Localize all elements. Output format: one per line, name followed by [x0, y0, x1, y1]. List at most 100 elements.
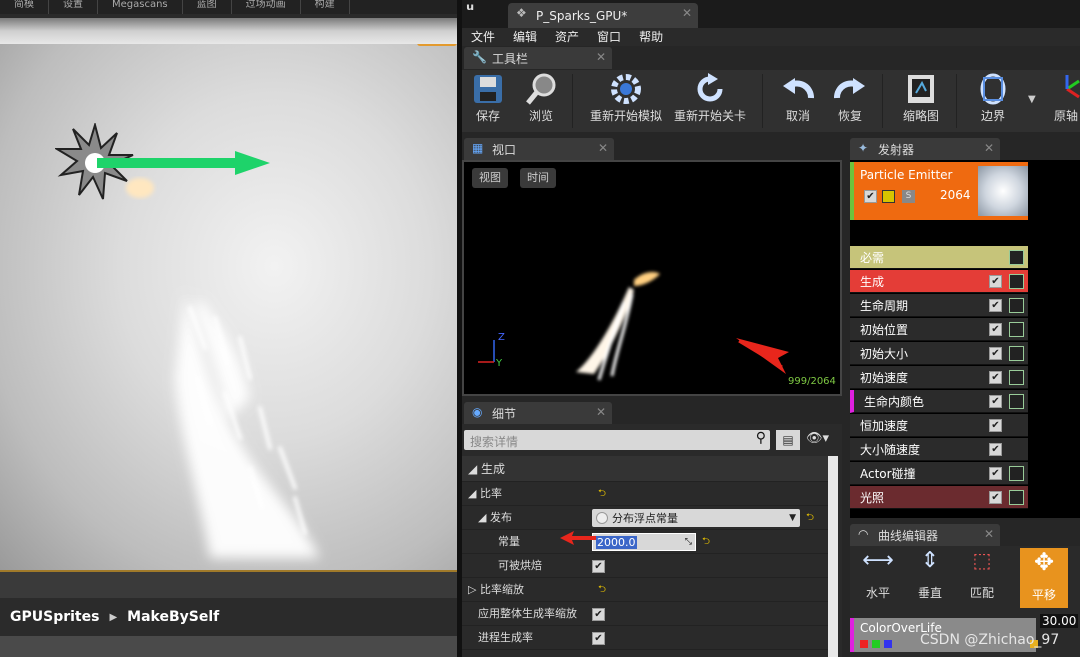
menu-window[interactable]: 窗口: [588, 28, 630, 46]
restart-level-button[interactable]: 重新开始关卡: [672, 70, 748, 132]
constant-input[interactable]: 2000.0 ⤡: [592, 533, 696, 551]
tab-details[interactable]: ◉ 细节 ✕: [464, 402, 612, 424]
close-icon[interactable]: ✕: [598, 141, 608, 155]
curve-axis-value: 30.00: [1040, 614, 1079, 628]
green-channel-swatch[interactable]: [872, 640, 880, 648]
red-channel-swatch[interactable]: [860, 640, 868, 648]
menu-asset[interactable]: 资产: [546, 28, 588, 46]
tab-toolbar[interactable]: 🔧 工具栏 ✕: [464, 47, 612, 69]
origin-axis-button[interactable]: 原轴: [1046, 70, 1080, 132]
vertical-fit-button[interactable]: ⇕ 垂直: [906, 548, 954, 601]
module-initial-velocity[interactable]: 初始速度 ✔: [850, 366, 1028, 389]
redo-button[interactable]: 恢复: [830, 70, 870, 132]
undo-button[interactable]: 取消: [778, 70, 818, 132]
apply-global-checkbox[interactable]: ✔: [592, 607, 605, 621]
document-tab[interactable]: ❖ P_Sparks_GPU* ✕: [508, 3, 698, 28]
close-icon[interactable]: ✕: [984, 527, 994, 541]
property-distribution[interactable]: ◢ 发布 分布浮点常量 ▼ ⮌: [462, 506, 828, 530]
close-icon[interactable]: ✕: [984, 141, 994, 155]
toolbar-item[interactable]: 简模: [0, 0, 49, 14]
level-toolbar: 简模 设置 Megascans 蓝图 过场动画 构建: [0, 0, 457, 14]
horizontal-arrows-icon: ⟷: [862, 548, 894, 573]
toolbar-item[interactable]: 构建: [301, 0, 350, 14]
emitter-header[interactable]: Particle Emitter ✔ S 2064: [850, 162, 1028, 220]
toolbar-item[interactable]: 设置: [49, 0, 98, 14]
module-color-over-life[interactable]: 生命内颜色 ✔: [850, 390, 1028, 413]
module-actor-collision[interactable]: Actor碰撞 ✔: [850, 462, 1028, 485]
module-const-acceleration[interactable]: 恒加速度 ✔: [850, 414, 1028, 437]
tab-emitters[interactable]: ✦ 发射器 ✕: [850, 138, 1000, 160]
wrench-icon: 🔧: [472, 50, 487, 64]
details-scrollbar[interactable]: [828, 456, 838, 657]
emitter-thumbnail: [978, 166, 1028, 216]
module-spawn[interactable]: 生成 ✔: [850, 270, 1028, 293]
emitter-sprite-icon[interactable]: [55, 123, 275, 223]
save-label: 保存: [475, 109, 500, 123]
bounds-label: 边界: [980, 109, 1005, 123]
property-process-rate[interactable]: 进程生成率 ✔: [462, 626, 828, 650]
close-icon[interactable]: ✕: [596, 50, 606, 64]
module-initial-location[interactable]: 初始位置 ✔: [850, 318, 1028, 341]
category-spawn[interactable]: ◢ 生成: [462, 456, 828, 482]
toolbar-item[interactable]: Megascans: [98, 0, 183, 14]
annotation-arrow-red: [560, 531, 596, 545]
curve-icon[interactable]: [1009, 250, 1024, 265]
menu-help[interactable]: 帮助: [630, 28, 672, 46]
bounds-button[interactable]: 边界: [970, 70, 1016, 132]
document-tab-label: P_Sparks_GPU*: [536, 8, 628, 23]
thumbnail-button[interactable]: 缩略图: [896, 70, 946, 132]
solo-icon[interactable]: [882, 190, 895, 203]
property-rate-scale[interactable]: ▷ 比率缩放 ⮌: [462, 578, 828, 602]
property-constant[interactable]: 常量 2000.0 ⤡ ⮌: [462, 530, 828, 554]
undo-label: 取消: [785, 109, 810, 123]
details-search[interactable]: 搜索详情 ⚲: [464, 430, 770, 450]
viewport-grid-icon: ▦: [472, 141, 484, 155]
save-button[interactable]: 保存: [468, 70, 508, 132]
property-apply-global-rate[interactable]: 应用整体生成率缩放 ✔: [462, 602, 828, 626]
content-path-breadcrumb: GPUSprites ▶ MakeBySelf: [0, 598, 457, 636]
close-icon[interactable]: ✕: [596, 405, 606, 419]
toolbar-item[interactable]: 过场动画: [232, 0, 301, 14]
search-input[interactable]: 搜索详情: [470, 433, 518, 450]
emitter-name: Particle Emitter: [860, 168, 953, 182]
breadcrumb-item[interactable]: MakeBySelf: [127, 609, 219, 625]
tab-viewport[interactable]: ▦ 视口 ✕: [464, 138, 614, 160]
property-rate[interactable]: ◢ 比率 ⮌: [462, 482, 828, 506]
dropdown-arrow-icon[interactable]: ▼: [1028, 94, 1036, 105]
distribution-dropdown[interactable]: 分布浮点常量 ▼: [592, 509, 800, 527]
blue-channel-swatch[interactable]: [884, 640, 892, 648]
particle-viewport[interactable]: 视图 时间 Z Y 999/2064: [462, 160, 842, 396]
menu-file[interactable]: 文件: [462, 28, 504, 46]
eye-icon[interactable]: 👁▾: [806, 431, 829, 446]
module-lifetime[interactable]: 生命周期 ✔: [850, 294, 1028, 317]
viewport-header-band: [0, 18, 457, 44]
toolbar-item[interactable]: 蓝图: [183, 0, 232, 14]
scene-view[interactable]: ✥: [0, 18, 457, 570]
breadcrumb-item[interactable]: GPUSprites: [10, 609, 99, 625]
horizontal-fit-button[interactable]: ⟷ 水平: [854, 548, 902, 601]
emitter-enable-checkbox[interactable]: ✔: [864, 190, 877, 203]
level-viewport[interactable]: 简模 设置 Megascans 蓝图 过场动画 构建 GPUSprites ▶ …: [0, 0, 457, 657]
origin-axis-label: 原轴: [1053, 109, 1078, 123]
process-rate-checkbox[interactable]: ✔: [592, 631, 605, 645]
browse-button[interactable]: 浏览: [520, 70, 562, 132]
fit-button[interactable]: ⬚ 匹配: [958, 548, 1006, 601]
reset-icon[interactable]: ⮌: [702, 534, 710, 551]
module-initial-size[interactable]: 初始大小 ✔: [850, 342, 1028, 365]
s-icon[interactable]: S: [902, 190, 915, 203]
close-icon[interactable]: ✕: [682, 6, 692, 20]
pan-button[interactable]: ✥ 平移: [1020, 548, 1068, 608]
module-required[interactable]: 必需: [850, 246, 1028, 269]
view-options-button[interactable]: ▤: [776, 430, 800, 450]
module-lighting[interactable]: 光照 ✔: [850, 486, 1028, 509]
menu-edit[interactable]: 编辑: [504, 28, 546, 46]
reset-icon[interactable]: ⮌: [598, 582, 606, 599]
reset-icon[interactable]: ⮌: [806, 510, 814, 527]
tab-curve-editor[interactable]: ◠ 曲线编辑器 ✕: [850, 524, 1000, 546]
reset-icon[interactable]: ⮌: [598, 486, 606, 503]
restart-simulation-button[interactable]: 重新开始模拟: [588, 70, 664, 132]
module-size-by-speed[interactable]: 大小随速度 ✔: [850, 438, 1028, 461]
property-bakeable[interactable]: 可被烘焙 ✔: [462, 554, 828, 578]
distribution-icon: [596, 512, 608, 524]
bakeable-checkbox[interactable]: ✔: [592, 559, 605, 573]
